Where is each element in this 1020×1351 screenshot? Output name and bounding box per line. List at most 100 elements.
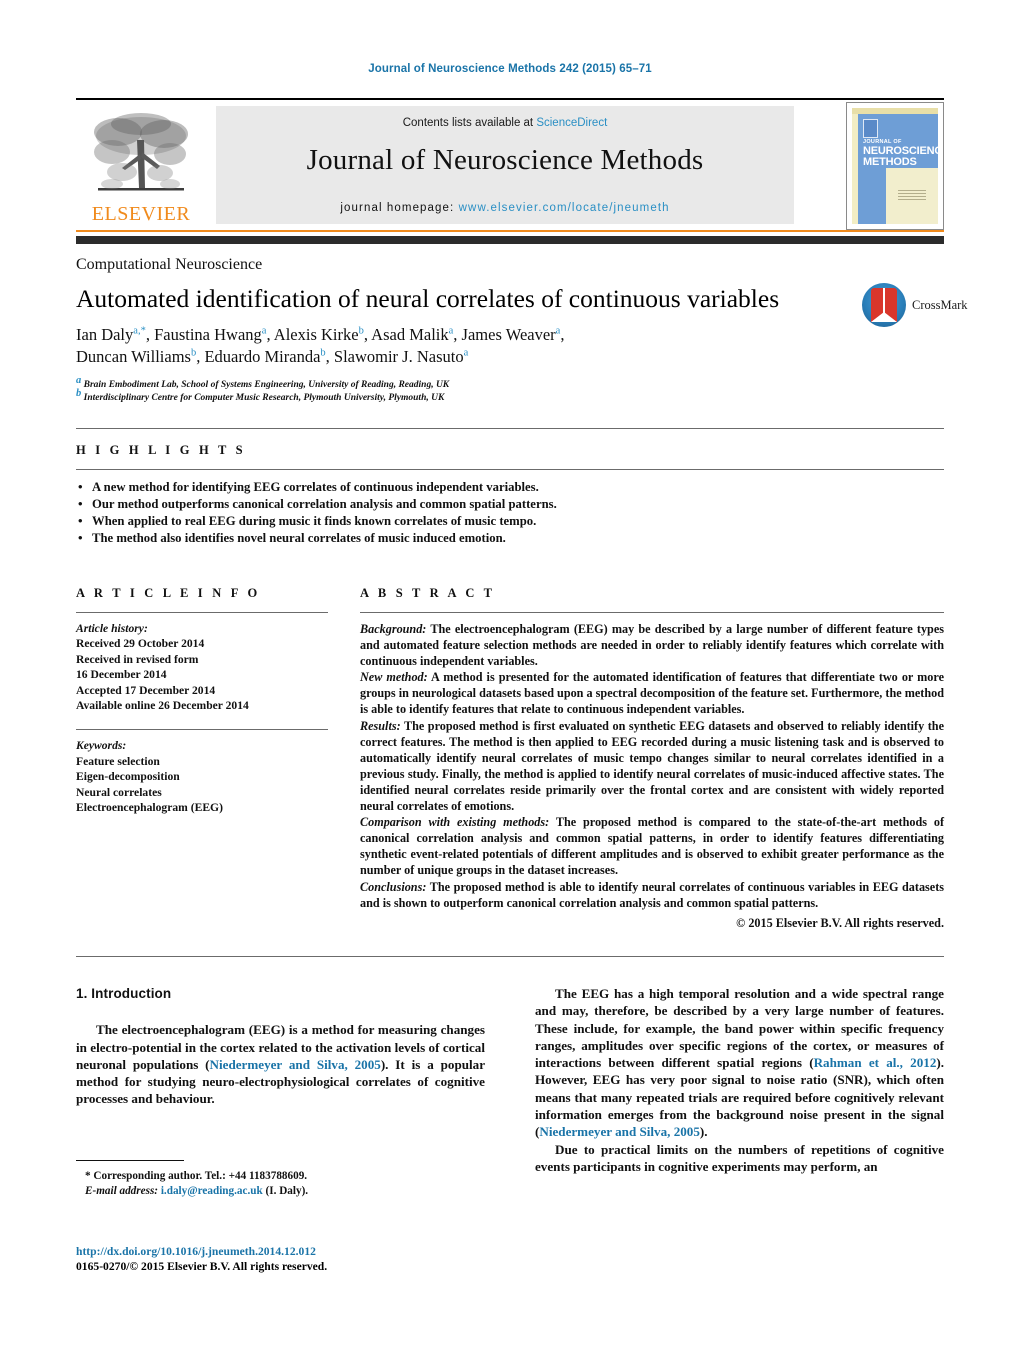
affiliation-b: b Interdisciplinary Centre for Computer …	[76, 387, 445, 403]
keyword-item: Neural correlates	[76, 785, 162, 799]
highlights-heading: H I G H L I G H T S	[76, 443, 246, 457]
list-item: When applied to real EEG during music it…	[76, 512, 944, 530]
journal-title: Journal of Neuroscience Methods	[306, 144, 704, 176]
cover-art: JOURNAL OF NEUROSCIENCE METHODS	[852, 108, 943, 224]
intro-paragraph-right-1: The EEG has a high temporal resolution a…	[535, 985, 944, 1141]
contents-available-line: Contents lists available at ScienceDirec…	[216, 117, 794, 129]
citation-rahman-2012[interactable]: Rahman et al., 2012	[814, 1055, 937, 1070]
email-suffix: (I. Daly).	[262, 1184, 309, 1197]
abstract-new-method-text: A method is presented for the automated …	[360, 670, 944, 717]
cover-panel-lines	[898, 190, 926, 202]
keywords-label: Keywords:	[76, 739, 127, 753]
abstract-body: Background: The electroencephalogram (EE…	[360, 621, 944, 931]
crossmark-badge[interactable]: CrossMark	[862, 283, 968, 329]
crossmark-label: CrossMark	[912, 298, 968, 312]
abstract-conclusions-label: Conclusions:	[360, 879, 427, 894]
abstract-background-text: The electroencephalogram (EEG) may be de…	[360, 622, 944, 669]
article-history-block: Article history: Received 29 October 201…	[76, 621, 328, 713]
history-item: Received in revised form	[76, 652, 199, 666]
journal-homepage-line: journal homepage: www.elsevier.com/locat…	[216, 202, 794, 214]
author-line-2: Duncan Williamsb, Eduardo Mirandab, Slaw…	[76, 347, 469, 366]
history-item: Accepted 17 December 2014	[76, 683, 216, 697]
footnote-rule	[76, 1160, 184, 1161]
abstract-new-method: New method: A method is presented for th…	[360, 669, 944, 717]
article-info-heading: A R T I C L E I N F O	[76, 586, 261, 600]
abstract-background-label: Background:	[360, 622, 427, 636]
header-dark-bar	[76, 236, 944, 244]
footnote-text: * Corresponding author. Tel.: +44 118378…	[76, 1169, 485, 1198]
journal-masthead: ELSEVIER Contents lists available at Sci…	[76, 98, 944, 232]
article-info-section: A R T I C L E I N F O Article history: R…	[76, 586, 328, 815]
homepage-url-link[interactable]: www.elsevier.com/locate/jneumeth	[459, 202, 670, 214]
abstract-comparison-label: Comparison with existing methods:	[360, 815, 550, 830]
masthead-top-rule	[76, 98, 944, 100]
corresponding-author-footnote: * Corresponding author. Tel.: +44 118378…	[76, 1160, 485, 1198]
citation-niedermeyer-silva-2005[interactable]: Niedermeyer and Silva, 2005	[210, 1057, 381, 1072]
abstract-results: Results: The proposed method is first ev…	[360, 718, 944, 815]
subject-section-label: Computational Neuroscience	[76, 256, 263, 273]
running-head: Journal of Neuroscience Methods 242 (201…	[368, 63, 652, 75]
intro-right-text-c: ).	[699, 1124, 708, 1140]
doi-link[interactable]: http://dx.doi.org/10.1016/j.jneumeth.201…	[76, 1244, 496, 1259]
corresponding-author-line: * Corresponding author. Tel.: +44 118378…	[85, 1170, 308, 1182]
crossmark-icon	[862, 283, 906, 327]
highlights-rule	[76, 469, 944, 470]
keyword-item: Electroencephalogram (EEG)	[76, 801, 223, 815]
abstract-new-method-label: New method:	[360, 670, 428, 685]
section-heading-introduction: 1. Introduction	[76, 986, 172, 1001]
abstract-conclusions-text: The proposed method is able to identify …	[360, 879, 944, 910]
page-title: Automated identification of neural corre…	[76, 284, 780, 313]
cover-methods-text: METHODS	[863, 156, 917, 168]
masthead-orange-rule	[76, 230, 944, 232]
abstract-rule	[360, 612, 944, 613]
abstract-results-label: Results:	[360, 718, 401, 733]
intro-paragraph-left: The electroencephalogram (EEG) is a meth…	[76, 1021, 485, 1107]
cover-left-stripe	[852, 114, 858, 224]
highlights-list: A new method for identifying EEG correla…	[76, 478, 944, 547]
list-item: Our method outperforms canonical correla…	[76, 495, 944, 513]
keyword-item: Feature selection	[76, 754, 160, 768]
cover-top-stripe	[852, 108, 938, 114]
author-line-1: Ian Dalya,*, Faustina Hwanga, Alexis Kir…	[76, 325, 565, 344]
intro-paragraph-right-2: Due to practical limits on the numbers o…	[535, 1141, 944, 1174]
abstract-bottom-rule	[76, 956, 944, 957]
email-label: E-mail address:	[85, 1184, 159, 1197]
keywords-block: Keywords: Feature selection Eigen-decomp…	[76, 738, 328, 815]
keyword-item: Eigen-decomposition	[76, 770, 180, 784]
history-item: 16 December 2014	[76, 668, 167, 682]
issn-copyright-line: 0165-0270/© 2015 Elsevier B.V. All right…	[76, 1260, 328, 1273]
author-list: Ian Dalya,*, Faustina Hwanga, Alexis Kir…	[76, 324, 866, 368]
introduction-left-column: 1. Introduction The electroencephalogram…	[76, 985, 485, 1108]
journal-cover-thumbnail: JOURNAL OF NEUROSCIENCE METHODS	[846, 102, 944, 230]
cover-publisher-mark	[863, 119, 878, 138]
homepage-prefix: journal homepage:	[340, 202, 459, 214]
history-item: Available online 26 December 2014	[76, 699, 249, 713]
list-item: A new method for identifying EEG correla…	[76, 478, 944, 496]
journal-article-page: Journal of Neuroscience Methods 242 (201…	[0, 0, 1020, 1351]
highlights-top-rule	[76, 428, 944, 429]
elsevier-logo: ELSEVIER	[82, 110, 200, 228]
abstract-conclusions: Conclusions: The proposed method is able…	[360, 879, 944, 911]
elsevier-wordmark: ELSEVIER	[91, 203, 191, 225]
abstract-heading: A B S T R A C T	[360, 586, 496, 600]
abstract-comparison: Comparison with existing methods: The pr…	[360, 814, 944, 878]
abstract-background: Background: The electroencephalogram (EE…	[360, 621, 944, 669]
email-line: E-mail address: i.daly@reading.ac.uk (I.…	[76, 1184, 485, 1199]
contents-prefix: Contents lists available at	[402, 117, 537, 129]
masthead-center-band: Contents lists available at ScienceDirec…	[216, 106, 794, 224]
affiliation-a: a Brain Embodiment Lab, School of System…	[76, 374, 450, 390]
abstract-section: A B S T R A C T Background: The electroe…	[360, 586, 944, 931]
copyright-line: © 2015 Elsevier B.V. All rights reserved…	[736, 915, 944, 930]
footer-doi-block: http://dx.doi.org/10.1016/j.jneumeth.201…	[76, 1244, 496, 1274]
elsevier-tree-icon	[94, 113, 188, 191]
cover-line-2: NEUROSCIENCE METHODS	[863, 146, 943, 168]
sciencedirect-link[interactable]: ScienceDirect	[536, 117, 607, 129]
citation-niedermeyer-silva-2005-b[interactable]: Niedermeyer and Silva, 2005	[539, 1124, 700, 1139]
cover-panel	[886, 168, 938, 224]
abstract-results-text: The proposed method is first evaluated o…	[360, 718, 944, 814]
list-item: The method also identifies novel neural …	[76, 529, 944, 547]
article-info-rule	[76, 612, 328, 613]
email-link[interactable]: i.daly@reading.ac.uk	[161, 1185, 263, 1197]
history-item: Received 29 October 2014	[76, 637, 205, 651]
highlights-section: H I G H L I G H T S A new method for ide…	[76, 428, 944, 547]
